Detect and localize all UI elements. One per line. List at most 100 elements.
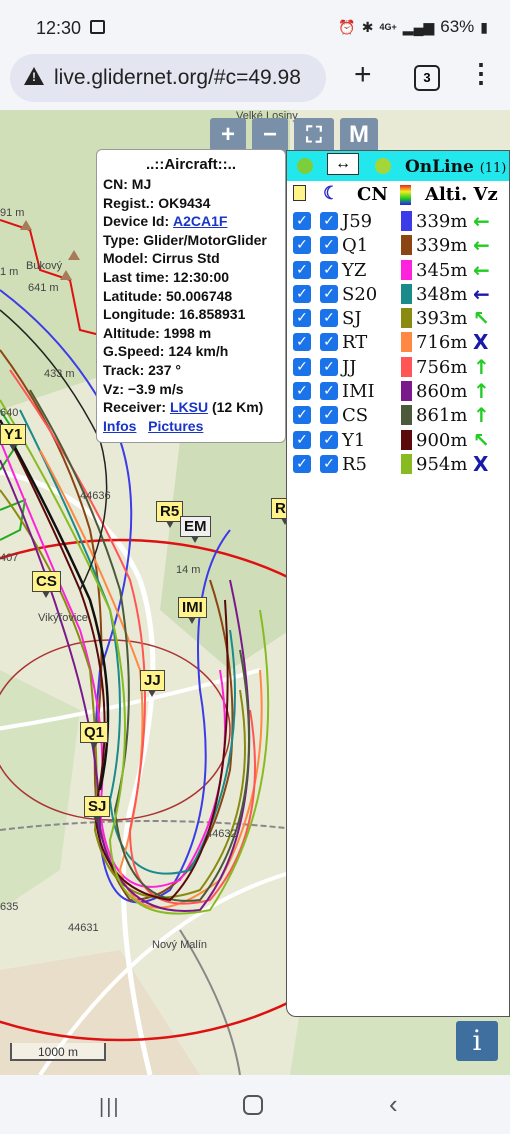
help-icon[interactable] xyxy=(375,158,391,174)
map-scale: 1000 m xyxy=(10,1043,106,1061)
popup-links-row: Infos Pictures xyxy=(103,417,279,436)
alarm-icon: ⏰ xyxy=(338,18,356,35)
device-id-link[interactable]: A2CA1F xyxy=(173,213,227,229)
status-icons: ⏰ ✱ 4G+ ▂▄▆ 63% ▮ xyxy=(338,17,488,37)
browser-menu-button[interactable]: ⋮ xyxy=(468,58,494,89)
infos-link[interactable]: Infos xyxy=(103,418,136,434)
aircraft-altitude: 339m xyxy=(416,211,468,232)
cn-column-header[interactable]: CN xyxy=(357,184,388,205)
aircraft-cn[interactable]: RT xyxy=(342,332,367,353)
show-tag-checkbox[interactable]: ✓ xyxy=(293,309,311,328)
url-text[interactable]: live.glidernet.org/#c=49.98 xyxy=(54,66,301,90)
trail-icon[interactable]: ☾ xyxy=(323,183,339,204)
popup-type-row: Type: Glider/MotorGlider xyxy=(103,231,267,248)
battery-level: 63% xyxy=(440,17,475,36)
aircraft-row[interactable]: ✓ ✓ RT 716m X xyxy=(287,330,509,354)
tab-count-button[interactable]: 3 xyxy=(414,65,440,91)
receiver-link[interactable]: LKSU xyxy=(170,399,208,415)
info-button[interactable]: i xyxy=(456,1021,498,1061)
aircraft-cn[interactable]: IMI xyxy=(342,381,375,402)
aircraft-row[interactable]: ✓ ✓ Y1 900m ↖ xyxy=(287,428,509,452)
show-trail-checkbox[interactable]: ✓ xyxy=(320,454,338,473)
expand-arrows-icon[interactable]: ↔ xyxy=(327,153,359,175)
show-trail-checkbox[interactable]: ✓ xyxy=(320,236,338,255)
vario-indicator: ← xyxy=(473,257,490,282)
show-trail-checkbox[interactable]: ✓ xyxy=(320,284,338,303)
aircraft-cn[interactable]: S20 xyxy=(342,284,377,305)
vario-indicator: X xyxy=(473,330,489,355)
aircraft-cn[interactable]: SJ xyxy=(342,308,362,329)
place-label: 44632 xyxy=(206,828,237,840)
aircraft-row[interactable]: ✓ ✓ Q1 339m ← xyxy=(287,233,509,257)
show-tag-checkbox[interactable]: ✓ xyxy=(293,284,311,303)
popup-cn-row: CN: MJ xyxy=(103,176,152,192)
aircraft-cn[interactable]: Q1 xyxy=(342,235,368,256)
home-icon[interactable] xyxy=(243,1095,263,1115)
show-tag-checkbox[interactable]: ✓ xyxy=(293,454,311,473)
show-tag-checkbox[interactable]: ✓ xyxy=(293,212,311,230)
aircraft-row[interactable]: ✓ ✓ S20 348m ← xyxy=(287,282,509,306)
glider-marker[interactable]: SJ xyxy=(84,796,111,823)
show-trail-checkbox[interactable]: ✓ xyxy=(320,357,338,376)
show-trail-checkbox[interactable]: ✓ xyxy=(320,406,338,425)
bluetooth-icon: ✱ xyxy=(361,18,374,35)
vario-indicator: ↑ xyxy=(473,354,490,379)
place-label: 44631 xyxy=(68,922,99,934)
aircraft-cn[interactable]: JJ xyxy=(342,357,356,378)
aircraft-cn[interactable]: Y1 xyxy=(342,430,365,451)
show-trail-checkbox[interactable]: ✓ xyxy=(320,382,338,401)
aircraft-cn[interactable]: YZ xyxy=(342,260,366,281)
aircraft-row[interactable]: ✓ ✓ IMI 860m ↑ xyxy=(287,379,509,403)
online-panel: ↔ OnLine (11) ☾ CN Alti. Vz ✓ ✓ J59 339m ← ✓ ✓… xyxy=(286,150,510,1017)
aircraft-row[interactable]: ✓ ✓ J59 339m ← xyxy=(287,209,509,233)
aircraft-row[interactable]: ✓ ✓ JJ 756m ↑ xyxy=(287,355,509,379)
show-tag-checkbox[interactable]: ✓ xyxy=(293,430,311,449)
glider-marker[interactable]: Y1 xyxy=(0,424,27,451)
aircraft-cn[interactable]: R5 xyxy=(342,454,367,475)
show-trail-checkbox[interactable]: ✓ xyxy=(320,212,338,230)
address-bar[interactable]: live.glidernet.org/#c=49.98 xyxy=(10,54,326,102)
aircraft-row[interactable]: ✓ ✓ R5 954m X xyxy=(287,452,509,476)
glider-marker[interactable]: Q1 xyxy=(80,722,109,749)
ground-station-marker[interactable]: EM xyxy=(180,516,211,543)
online-panel-header: ↔ OnLine (11) xyxy=(287,151,509,181)
aircraft-row[interactable]: ✓ ✓ SJ 393m ↖ xyxy=(287,306,509,330)
show-tag-checkbox[interactable]: ✓ xyxy=(293,260,311,279)
popup-model-row: Model: Cirrus Std xyxy=(103,250,220,267)
aircraft-row[interactable]: ✓ ✓ CS 861m ↑ xyxy=(287,403,509,427)
show-trail-checkbox[interactable]: ✓ xyxy=(320,260,338,279)
pictures-link[interactable]: Pictures xyxy=(148,418,203,434)
glider-marker[interactable]: JJ xyxy=(140,670,165,697)
fullscreen-button[interactable]: ⛶ xyxy=(294,118,334,154)
show-tag-checkbox[interactable]: ✓ xyxy=(293,357,311,376)
vario-indicator: ↖ xyxy=(473,306,490,331)
recent-apps-icon[interactable]: ||| xyxy=(99,1096,121,1119)
collapse-icon[interactable] xyxy=(297,158,313,174)
tag-icon[interactable] xyxy=(293,185,306,201)
vario-indicator: ↑ xyxy=(473,379,490,404)
back-icon[interactable]: ‹ xyxy=(389,1089,398,1120)
aircraft-cn[interactable]: CS xyxy=(342,405,368,426)
show-trail-checkbox[interactable]: ✓ xyxy=(320,333,338,352)
glider-marker[interactable]: CS xyxy=(32,571,61,598)
aircraft-altitude: 861m xyxy=(416,405,468,427)
track-color-swatch xyxy=(401,235,412,256)
aircraft-list: ✓ ✓ J59 339m ← ✓ ✓ Q1 339m ← ✓ ✓ YZ 345m ← ✓ ✓ S20 348m ← ✓ ✓… xyxy=(287,209,509,476)
aircraft-row[interactable]: ✓ ✓ YZ 345m ← xyxy=(287,258,509,282)
show-trail-checkbox[interactable]: ✓ xyxy=(320,309,338,328)
gallery-icon xyxy=(90,20,105,34)
show-tag-checkbox[interactable]: ✓ xyxy=(293,333,311,352)
map-type-button[interactable]: M xyxy=(340,118,378,154)
aircraft-altitude: 339m xyxy=(416,235,468,257)
show-trail-checkbox[interactable]: ✓ xyxy=(320,430,338,449)
show-tag-checkbox[interactable]: ✓ xyxy=(293,236,311,255)
new-tab-button[interactable]: + xyxy=(354,58,372,92)
color-scale-icon xyxy=(400,185,411,205)
show-tag-checkbox[interactable]: ✓ xyxy=(293,406,311,425)
glider-marker[interactable]: IMI xyxy=(178,597,207,624)
aircraft-altitude: 900m xyxy=(416,429,468,451)
warning-icon[interactable] xyxy=(24,67,44,85)
show-tag-checkbox[interactable]: ✓ xyxy=(293,382,311,401)
aircraft-cn[interactable]: J59 xyxy=(342,211,372,232)
alt-column-header[interactable]: Alti. Vz xyxy=(425,184,498,205)
